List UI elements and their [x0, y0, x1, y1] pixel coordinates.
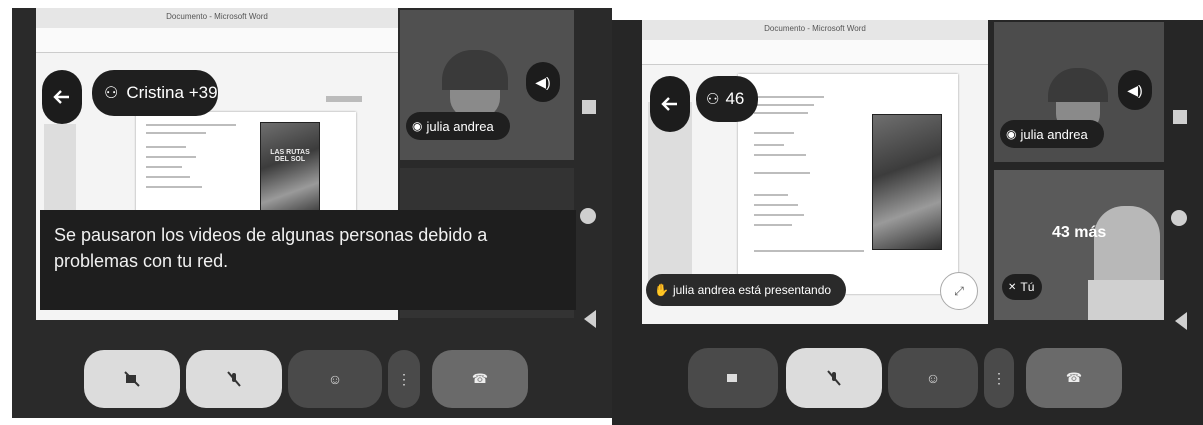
- home-icon[interactable]: [1171, 210, 1187, 226]
- hang-up-button[interactable]: ☎: [1026, 348, 1122, 408]
- right-phone-screen: Documento - Microsoft Word ⤢ ⚇ 46 ✋ juli…: [612, 20, 1203, 425]
- speaking-indicator-icon: ◉: [412, 119, 423, 133]
- doc-thumbnail-pane: [44, 124, 76, 214]
- more-vert-icon: ⋮: [992, 369, 1006, 386]
- doc-page: [738, 74, 958, 294]
- camera-off-icon: [727, 374, 737, 382]
- book-cover-title: LAS RUTAS DEL SOL: [270, 149, 310, 163]
- speaker-video-tile[interactable]: ◉ julia andrea ◀): [400, 10, 574, 160]
- doc-title-bar: Documento - Microsoft Word: [642, 20, 988, 41]
- back-button[interactable]: [42, 70, 82, 124]
- doc-toolbar: [36, 28, 398, 53]
- self-label-pill: ✕ Tú: [1002, 274, 1042, 300]
- speaker-name: julia andrea: [1020, 126, 1088, 142]
- volume-button[interactable]: ◀): [1118, 70, 1152, 110]
- camera-toggle-button[interactable]: [84, 350, 180, 408]
- recents-icon[interactable]: [582, 100, 596, 114]
- emoji-icon: ☺: [925, 370, 941, 386]
- hang-up-icon: ☎: [1065, 370, 1083, 385]
- participants-pill[interactable]: ⚇ Cristina +39: [92, 70, 218, 116]
- mic-toggle-button[interactable]: [786, 348, 882, 408]
- hang-up-icon: ☎: [471, 371, 489, 386]
- volume-button[interactable]: ◀): [526, 62, 560, 102]
- people-icon: ⚇: [706, 91, 720, 108]
- volume-icon: ◀): [1127, 81, 1143, 98]
- speaking-indicator-icon: ◉: [1006, 127, 1017, 141]
- more-options-button[interactable]: ⋮: [388, 350, 420, 408]
- present-icon: ✋: [654, 283, 669, 297]
- network-warning-text: Se pausaron los videos de algunas person…: [54, 225, 488, 271]
- more-options-button[interactable]: ⋮: [984, 348, 1014, 408]
- volume-icon: ◀): [535, 73, 551, 90]
- reactions-button[interactable]: ☺: [288, 350, 382, 408]
- speaker-name-pill: ◉ julia andrea: [1000, 120, 1104, 148]
- mic-off-icon: ✕: [1008, 281, 1017, 293]
- self-label: Tú: [1020, 280, 1035, 294]
- more-participants-tile[interactable]: 43 más ✕ Tú: [994, 170, 1164, 320]
- arrow-left-icon: [53, 90, 69, 104]
- presenting-pill: ✋ julia andrea está presentando: [646, 274, 846, 306]
- more-participants-label: 43 más: [1052, 224, 1107, 241]
- participants-label: 46: [725, 89, 745, 108]
- book-cover-image: [872, 114, 942, 250]
- doc-title-bar: Documento - Microsoft Word: [36, 8, 398, 29]
- doc-page: LAS RUTAS DEL SOL: [136, 112, 356, 222]
- network-warning-banner: Se pausaron los videos de algunas person…: [40, 210, 576, 310]
- doc-title: Documento - Microsoft Word: [764, 24, 866, 33]
- more-vert-icon: ⋮: [397, 370, 411, 387]
- back-button[interactable]: [650, 76, 690, 132]
- speaker-name-pill: ◉ julia andrea: [406, 112, 510, 140]
- reactions-button[interactable]: ☺: [888, 348, 978, 408]
- recents-icon[interactable]: [1173, 110, 1187, 124]
- mic-toggle-button[interactable]: [186, 350, 282, 408]
- arrow-left-icon: [661, 97, 677, 111]
- participants-pill[interactable]: ⚇ 46: [696, 76, 758, 122]
- camera-toggle-button[interactable]: [688, 348, 778, 408]
- book-cover-image: LAS RUTAS DEL SOL: [260, 122, 320, 218]
- left-phone-screen: Documento - Microsoft Word LAS RUTAS DEL…: [12, 8, 612, 418]
- speaker-video-tile[interactable]: ◉ julia andrea ◀): [994, 22, 1164, 162]
- doc-toolbar: [642, 40, 988, 65]
- hang-up-button[interactable]: ☎: [432, 350, 528, 408]
- back-nav-icon[interactable]: [1175, 312, 1187, 330]
- emoji-icon: ☺: [327, 371, 343, 387]
- presenting-label: julia andrea está presentando: [672, 283, 832, 297]
- fullscreen-button[interactable]: ⤢: [940, 272, 978, 310]
- back-nav-icon[interactable]: [584, 310, 596, 328]
- mic-off-icon: [227, 371, 241, 387]
- camera-off-icon: [124, 371, 140, 387]
- home-icon[interactable]: [580, 208, 596, 224]
- participants-label: Cristina +39: [126, 83, 218, 102]
- doc-title: Documento - Microsoft Word: [166, 12, 268, 21]
- speaker-name: julia andrea: [426, 118, 494, 134]
- people-icon: ⚇: [104, 85, 119, 102]
- fullscreen-icon: ⤢: [954, 283, 964, 298]
- mic-off-icon: [827, 370, 841, 386]
